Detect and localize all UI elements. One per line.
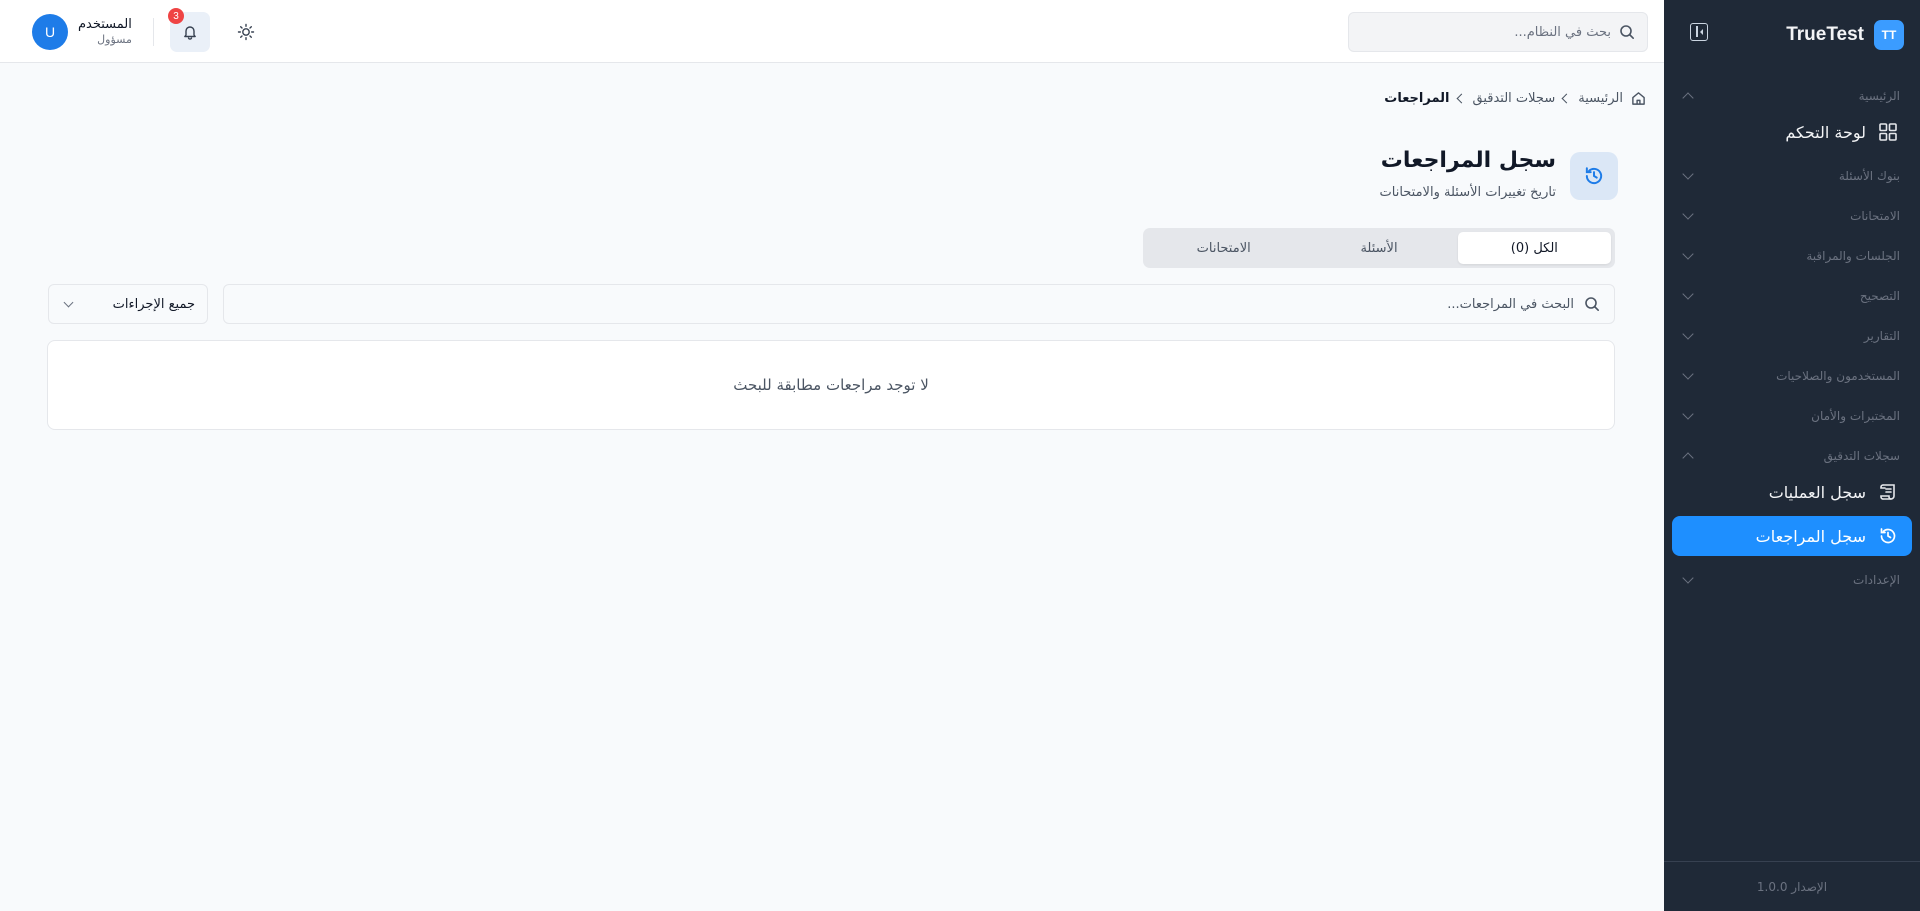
chevron-down-icon [1682, 572, 1694, 584]
sidebar-section-label: بنوك الأسئلة [1838, 169, 1900, 183]
sidebar-section-sessions[interactable]: الجلسات والمراقبة [1682, 246, 1900, 266]
sidebar-section-label: التصحيح [1859, 289, 1900, 303]
sidebar-section-label: التقارير [1863, 329, 1900, 343]
chevron-left-icon [1561, 93, 1572, 103]
chevron-down-icon [1682, 208, 1694, 220]
page-title: سجل المراجعات [1380, 148, 1556, 173]
sidebar-section-label: الامتحانات [1850, 209, 1900, 223]
user-info: المستخدم مسؤول [78, 17, 132, 47]
page-header-icon [1570, 152, 1618, 200]
chevron-down-icon [1682, 328, 1694, 340]
chevron-down-icon [1682, 248, 1694, 260]
chevron-down-icon [1682, 288, 1694, 300]
search-icon [1585, 297, 1599, 311]
sidebar-section-question-banks[interactable]: بنوك الأسئلة [1682, 166, 1900, 186]
sidebar-item-label: لوحة التحكم [1785, 122, 1866, 142]
chevron-down-icon [1682, 368, 1694, 380]
global-search-input[interactable] [1371, 24, 1611, 40]
sidebar-item-revisions-log[interactable]: سجل المراجعات [1672, 516, 1912, 556]
sidebar-section-label: الرئيسية [1858, 89, 1900, 103]
dashboard-icon [1879, 123, 1897, 141]
revisions-search[interactable] [223, 284, 1615, 324]
bell-icon [184, 26, 196, 40]
sidebar-item-label: سجل المراجعات [1755, 526, 1866, 546]
search-icon [1620, 25, 1634, 39]
notification-badge: 3 [168, 8, 184, 24]
sidebar-item-label: سجل العمليات [1768, 482, 1866, 502]
chevron-up-icon [1682, 452, 1694, 464]
sidebar-section-label: المختبرات والأمان [1811, 409, 1900, 423]
sidebar-section-label: المستخدمون والصلاحيات [1776, 369, 1900, 383]
action-filter-select[interactable]: جميع الإجراءات [48, 284, 208, 324]
topbar: 3 U المستخدم مسؤول [0, 0, 1664, 63]
breadcrumb-home[interactable]: الرئيسية [1578, 91, 1623, 106]
tab-exams[interactable]: الامتحانات [1147, 232, 1300, 264]
sidebar-section-exams[interactable]: الامتحانات [1682, 206, 1900, 226]
empty-state-message: لا توجد مراجعات مطابقة للبحث [733, 376, 929, 394]
sidebar: TT TrueTest الرئيسية لوحة التحكم بنوك ال… [1664, 0, 1920, 911]
sidebar-section-settings[interactable]: الإعدادات [1682, 570, 1900, 590]
user-name: المستخدم [78, 17, 132, 32]
sidebar-item-operations-log[interactable]: سجل العمليات [1672, 472, 1912, 512]
sidebar-section-audit[interactable]: سجلات التدقيق [1682, 446, 1900, 466]
empty-state: لا توجد مراجعات مطابقة للبحث [47, 340, 1615, 430]
sidebar-section-label: الجلسات والمراقبة [1806, 249, 1900, 263]
history-icon [1880, 528, 1896, 544]
version-footer: الإصدار 1.0.0 [1664, 861, 1920, 911]
breadcrumb: الرئيسية سجلات التدقيق المراجعات [1384, 88, 1646, 108]
sidebar-section-label: سجلات التدقيق [1823, 449, 1900, 463]
chevron-up-icon [1682, 92, 1694, 104]
chevron-left-icon [1456, 93, 1466, 103]
brand-logo: TT [1874, 20, 1904, 50]
sidebar-collapse-icon[interactable] [1690, 23, 1708, 41]
brand-name: TrueTest [1786, 24, 1864, 45]
tab-all[interactable]: الكل (0) [1457, 232, 1611, 264]
breadcrumb-current: المراجعات [1384, 90, 1450, 106]
user-menu[interactable]: U المستخدم مسؤول [32, 14, 132, 50]
theme-toggle-button[interactable] [234, 20, 258, 44]
home-icon[interactable] [1631, 91, 1646, 106]
notifications-button[interactable]: 3 [168, 8, 210, 52]
sun-icon [237, 23, 255, 41]
scroll-log-icon [1880, 484, 1895, 500]
sidebar-section-grading[interactable]: التصحيح [1682, 286, 1900, 306]
version-text: الإصدار 1.0.0 [1756, 879, 1828, 894]
topbar-divider [153, 18, 154, 46]
action-filter-value: جميع الإجراءات [112, 296, 195, 312]
sidebar-section-users[interactable]: المستخدمون والصلاحيات [1682, 366, 1900, 386]
sidebar-section-labs[interactable]: المختبرات والأمان [1682, 406, 1900, 426]
sidebar-section-reports[interactable]: التقارير [1682, 326, 1900, 346]
sidebar-section-label: الإعدادات [1853, 573, 1900, 587]
history-icon [1585, 167, 1603, 185]
chevron-down-icon [63, 297, 74, 307]
chevron-down-icon [1682, 408, 1694, 420]
sidebar-item-dashboard[interactable]: لوحة التحكم [1672, 112, 1912, 152]
chevron-down-icon [1682, 168, 1694, 180]
user-role: مسؤول [97, 33, 132, 47]
page-subtitle: تاريخ تغييرات الأسئلة والامتحانات [1379, 185, 1557, 200]
tabs: الكل (0) الأسئلة الامتحانات [1143, 228, 1615, 268]
avatar: U [32, 14, 68, 50]
brand[interactable]: TT TrueTest [1786, 20, 1904, 50]
global-search[interactable] [1348, 12, 1648, 52]
breadcrumb-audit[interactable]: سجلات التدقيق [1473, 91, 1556, 106]
sidebar-section-home[interactable]: الرئيسية [1682, 86, 1900, 106]
revisions-search-input[interactable] [274, 296, 1574, 312]
tab-questions[interactable]: الأسئلة [1302, 232, 1455, 264]
